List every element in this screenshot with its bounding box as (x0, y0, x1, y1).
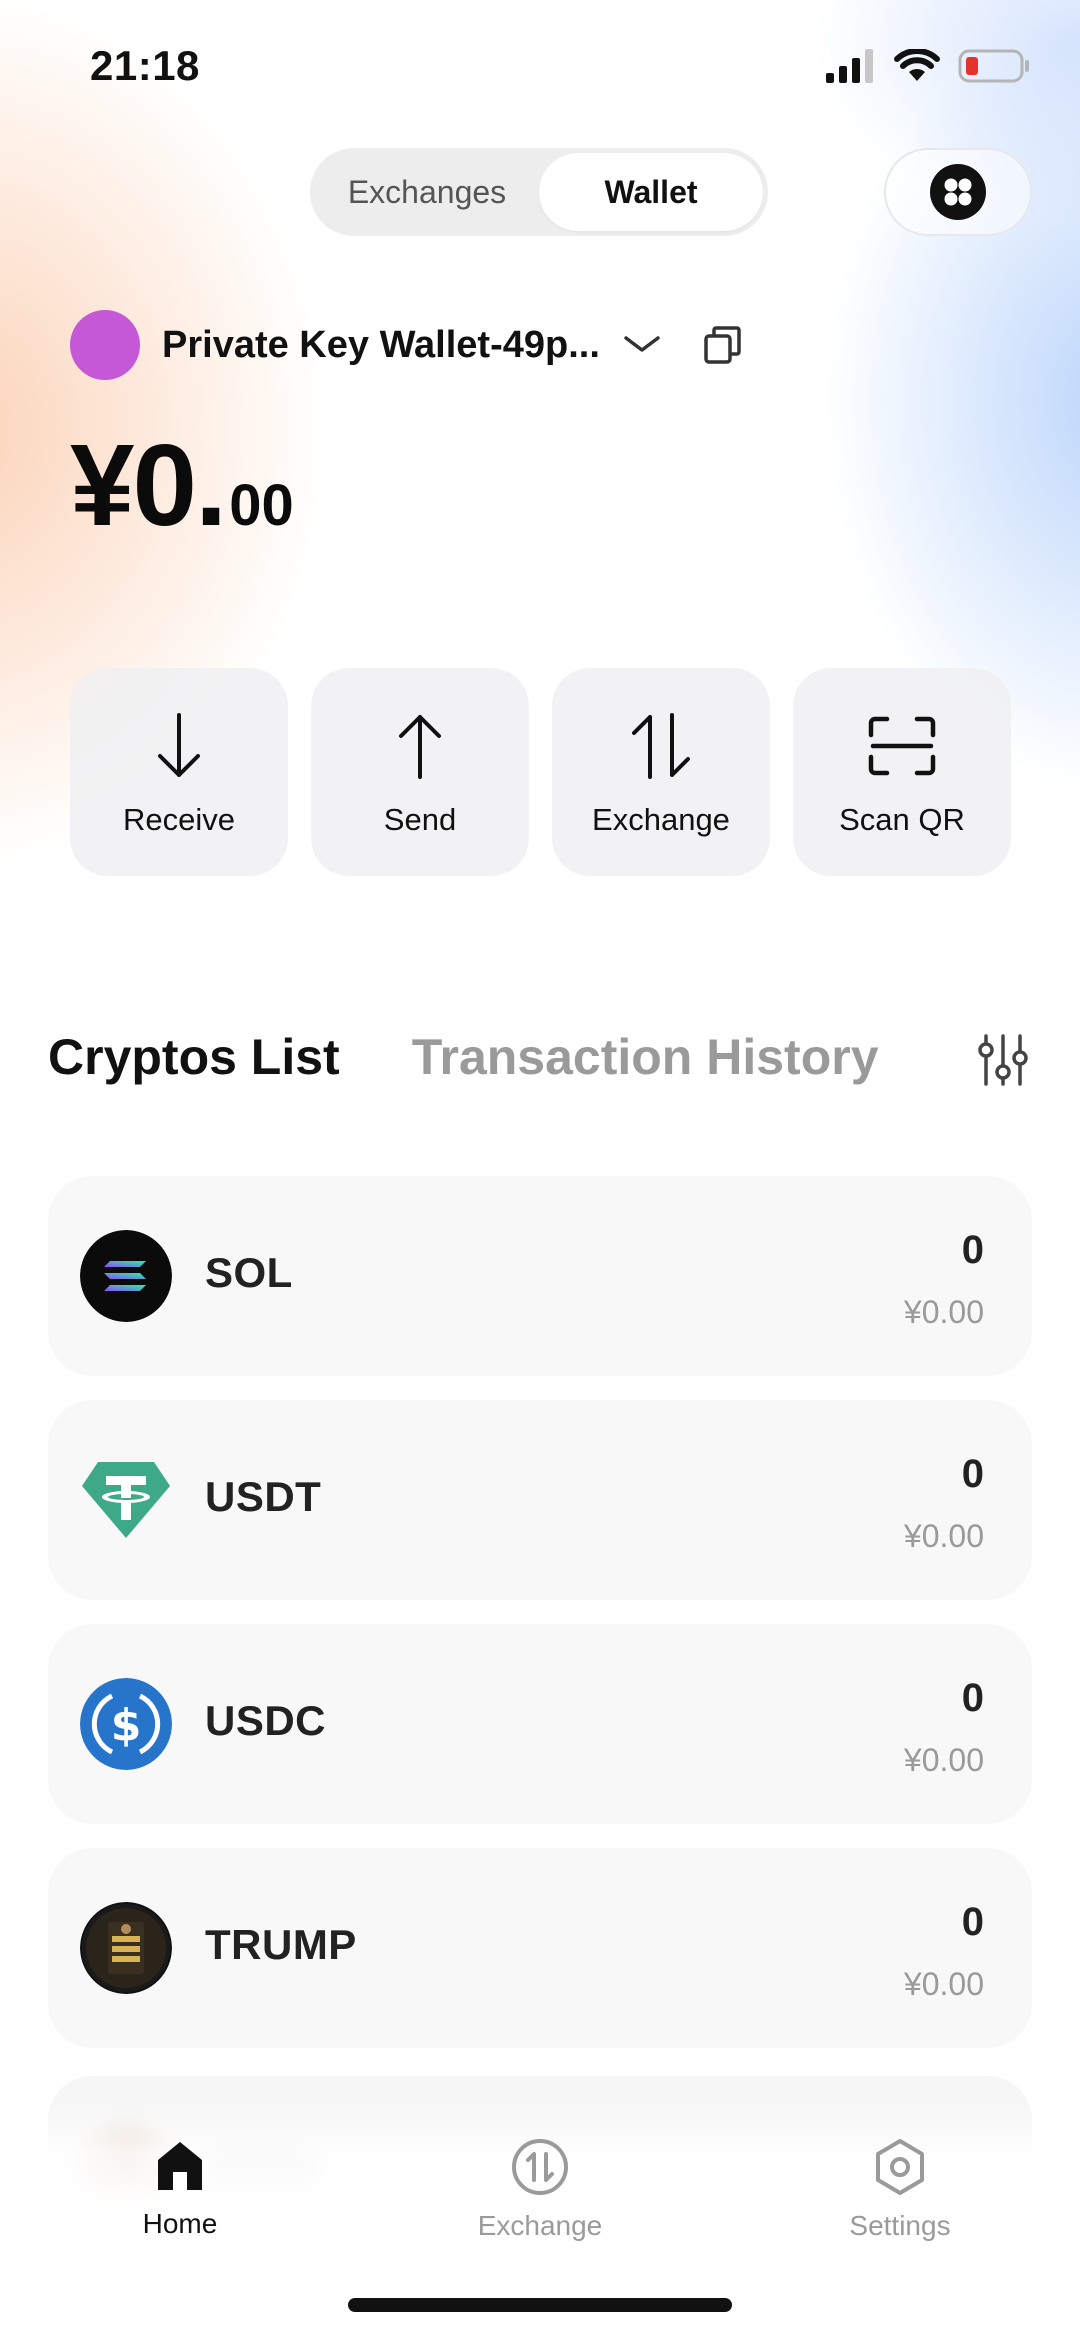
tab-exchanges[interactable]: Exchanges (315, 153, 539, 231)
svg-text:$: $ (111, 1700, 142, 1751)
copy-icon[interactable] (702, 324, 744, 366)
scan-icon (867, 706, 937, 786)
exchange-icon (512, 2139, 568, 2195)
scan-qr-label: Scan QR (839, 802, 965, 837)
crypto-row-usdc[interactable]: $ USDC 0 ¥0.00 (48, 1624, 1032, 1824)
nav-exchange-label: Exchange (477, 2210, 603, 2241)
crypto-list: SOL 0 ¥0.00 USDT 0 ¥0.00 $ USDC 0 ¥0.00 … (48, 1176, 1032, 2072)
coin-value: ¥0.00 (903, 1518, 984, 1554)
usdt-logo-icon (80, 1454, 172, 1546)
home-icon (158, 2142, 202, 2190)
segmented-control: Exchanges Wallet (310, 148, 768, 236)
receive-button[interactable]: Receive (70, 668, 288, 876)
crypto-row-sol[interactable]: SOL 0 ¥0.00 (48, 1176, 1032, 1376)
nav-exchange[interactable]: Exchange (440, 2138, 640, 2242)
coin-symbol: USDC (205, 1697, 327, 1744)
send-label: Send (383, 802, 457, 837)
wallet-screen: 21:18 Exchanges Wallet Private Key Walle… (0, 0, 1080, 2337)
nav-home-label: Home (142, 2208, 218, 2239)
menu-button[interactable] (884, 148, 1032, 236)
sliders-icon[interactable] (978, 1032, 1034, 1088)
balance-decimal: 00 (229, 473, 294, 538)
nav-home[interactable]: Home (80, 2138, 280, 2240)
coin-symbol: SOL (205, 1249, 293, 1296)
coin-amount: 0 (961, 1452, 984, 1496)
balance: ¥0. 00 (70, 418, 294, 552)
battery-icon (958, 49, 1029, 83)
trump-logo-icon (80, 1902, 172, 1994)
status-time: 21:18 (90, 42, 200, 89)
coin-symbol: USDT (205, 1473, 322, 1520)
home-indicator (348, 2298, 732, 2312)
wallet-selector[interactable]: Private Key Wallet-49p... (70, 310, 744, 380)
wifi-icon (894, 49, 940, 81)
tab-cryptos-list[interactable]: Cryptos List (48, 1028, 340, 1086)
tab-transaction-history[interactable]: Transaction History (412, 1028, 879, 1086)
coin-amount: 0 (961, 1228, 984, 1272)
coin-symbol: TRUMP (205, 1921, 357, 1968)
wallet-avatar (70, 310, 140, 380)
exchange-label: Exchange (592, 802, 730, 837)
nav-settings[interactable]: Settings (800, 2138, 1000, 2242)
action-buttons: Receive Send Exchange Scan QR (70, 668, 1011, 876)
crypto-row-usdt[interactable]: USDT 0 ¥0.00 (48, 1400, 1032, 1600)
exchange-button[interactable]: Exchange (552, 668, 770, 876)
arrow-up-icon (395, 706, 445, 786)
arrow-down-icon (154, 706, 204, 786)
balance-main: ¥0. (70, 420, 227, 550)
tab-wallet[interactable]: Wallet (539, 153, 763, 231)
wallet-name: Private Key Wallet-49p... (162, 323, 600, 366)
chevron-down-icon[interactable] (622, 333, 662, 357)
receive-label: Receive (123, 802, 235, 837)
nav-settings-label: Settings (849, 2210, 951, 2241)
status-icons (826, 48, 1030, 84)
coin-value: ¥0.00 (903, 1742, 984, 1778)
crypto-row-trump[interactable]: TRUMP 0 ¥0.00 (48, 1848, 1032, 2048)
settings-icon (876, 2139, 924, 2195)
coin-amount: 0 (961, 1676, 984, 1720)
sol-logo-icon (80, 1230, 172, 1322)
coin-value: ¥0.00 (903, 1966, 984, 2002)
list-tabs: Cryptos List Transaction History (48, 1028, 879, 1086)
coin-amount: 0 (961, 1900, 984, 1944)
swap-vertical-icon (628, 706, 694, 786)
signal-icon (826, 49, 873, 83)
scan-qr-button[interactable]: Scan QR (793, 668, 1011, 876)
usdc-logo-icon: $ (80, 1678, 172, 1770)
send-button[interactable]: Send (311, 668, 529, 876)
four-dots-icon (930, 164, 986, 220)
coin-value: ¥0.00 (903, 1294, 984, 1330)
